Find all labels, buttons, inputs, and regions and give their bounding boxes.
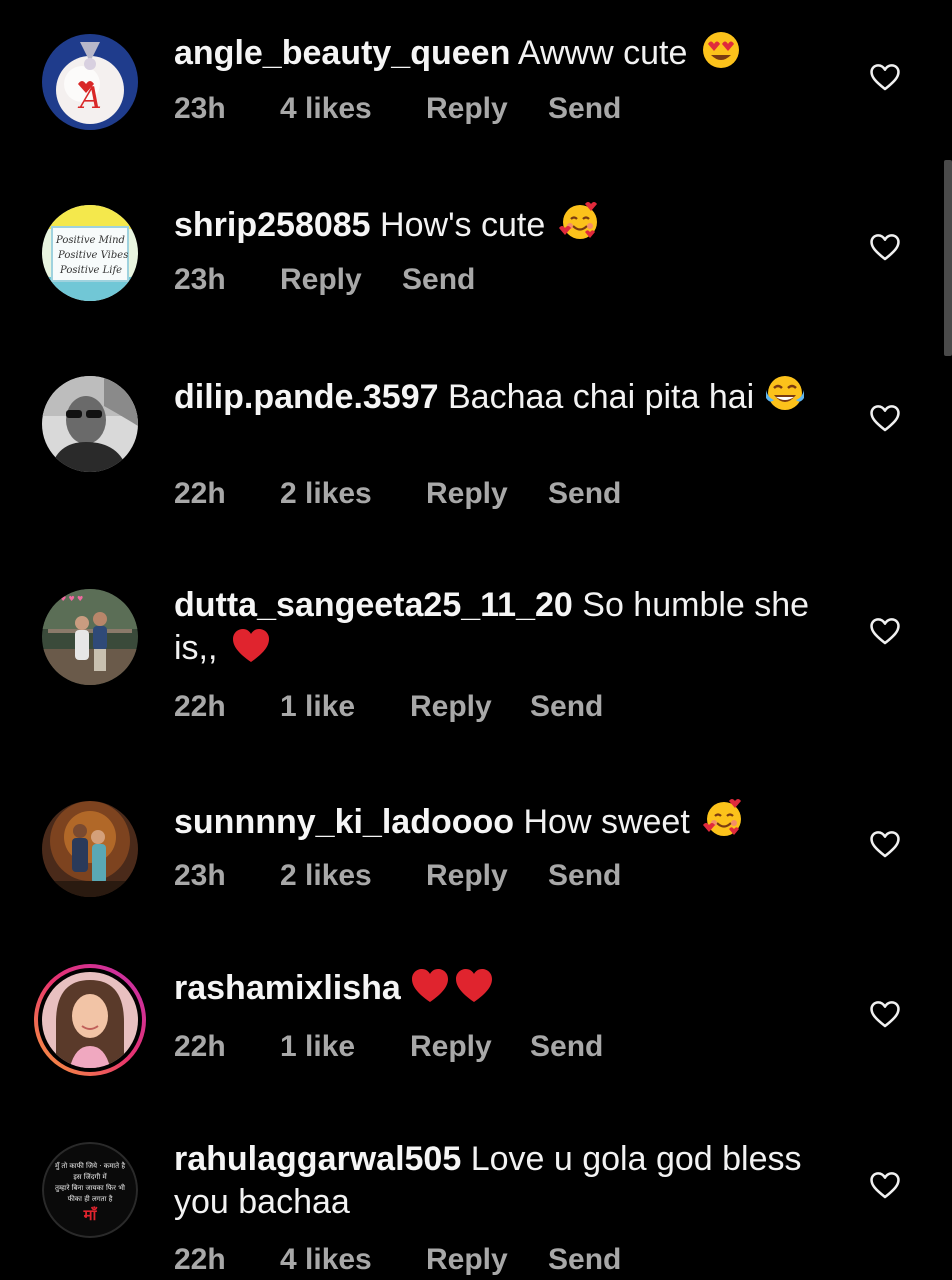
avatar-caption: तुम्हारे बिना जायका फिर भी — [55, 1183, 125, 1192]
svg-text:♥ ♥ ♥: ♥ ♥ ♥ — [60, 595, 83, 603]
smiling-face-with-hearts-emoji-icon — [558, 200, 601, 253]
reply-button[interactable]: Reply — [426, 1243, 508, 1277]
comment-text: angle_beauty_queen Awww cute — [174, 30, 814, 81]
red-heart-emoji-icon — [231, 627, 271, 676]
avatar-caption: Positive Life — [59, 265, 122, 276]
likes-count[interactable]: 4 likes — [280, 92, 372, 126]
username[interactable]: rahulaggarwal505 — [174, 1140, 461, 1178]
avatar[interactable] — [42, 376, 138, 472]
avatar[interactable]: मुँ तो काफी जिये · कमाते है इस जिंदगी मे… — [42, 1142, 138, 1238]
like-heart-icon[interactable] — [868, 60, 902, 94]
username[interactable]: sunnnny_ki_ladoooo — [174, 803, 514, 841]
timestamp: 22h — [174, 690, 226, 723]
comment-body: How sweet — [523, 803, 690, 841]
avatar-caption: माँ — [83, 1206, 99, 1224]
like-heart-icon[interactable] — [868, 997, 902, 1031]
likes-count[interactable]: 4 likes — [280, 1243, 372, 1277]
timestamp: 23h — [174, 859, 226, 892]
username[interactable]: shrip258085 — [174, 206, 371, 244]
send-button[interactable]: Send — [548, 1243, 621, 1277]
send-button[interactable]: Send — [530, 690, 603, 724]
comment-text: sunnnny_ki_ladoooo How sweet — [174, 797, 814, 850]
reply-button[interactable]: Reply — [426, 477, 508, 511]
like-heart-icon[interactable] — [868, 614, 902, 648]
comment-body: Bachaa chai pita hai — [447, 378, 755, 416]
like-heart-icon[interactable] — [868, 401, 902, 435]
reply-button[interactable]: Reply — [410, 1030, 492, 1064]
username[interactable]: angle_beauty_queen — [174, 34, 510, 72]
send-button[interactable]: Send — [530, 1030, 603, 1064]
story-ring-avatar[interactable] — [32, 962, 148, 1078]
scrollbar[interactable] — [944, 160, 952, 356]
send-button[interactable]: Send — [402, 263, 475, 297]
comment-text: rahulaggarwal505 Love u gola god bless y… — [174, 1138, 814, 1224]
like-heart-icon[interactable] — [868, 827, 902, 861]
heart-eyes-emoji-icon — [701, 30, 741, 81]
timestamp: 23h — [174, 263, 226, 296]
comment-text: shrip258085 How's cute — [174, 200, 814, 253]
likes-count[interactable]: 1 like — [280, 690, 355, 724]
reply-button[interactable]: Reply — [426, 859, 508, 893]
avatar[interactable]: ♥ ♥ ♥ — [42, 589, 138, 685]
username[interactable]: dilip.pande.3597 — [174, 378, 439, 416]
likes-count[interactable]: 1 like — [280, 1030, 355, 1064]
send-button[interactable]: Send — [548, 477, 621, 511]
like-heart-icon[interactable] — [868, 230, 902, 264]
avatar-caption: फीका ही लगता है — [68, 1194, 113, 1203]
reply-button[interactable]: Reply — [426, 92, 508, 126]
avatar-caption: Positive Vibes — [57, 250, 128, 261]
username[interactable]: dutta_sangeeta25_11_20 — [174, 586, 573, 624]
smiling-face-with-hearts-emoji-icon — [703, 797, 745, 850]
username[interactable]: rashamixlisha — [174, 969, 401, 1007]
comment-body: How's cute — [380, 206, 546, 244]
send-button[interactable]: Send — [548, 92, 621, 126]
tears-of-joy-emoji-icon — [764, 372, 806, 425]
comment-body: Awww cute — [517, 34, 688, 72]
avatar[interactable] — [42, 801, 138, 897]
comment-text: rashamixlisha — [174, 967, 814, 1016]
send-button[interactable]: Send — [548, 859, 621, 893]
timestamp: 23h — [174, 92, 226, 125]
avatar-caption: मुँ तो काफी जिये · कमाते है — [55, 1161, 125, 1170]
reply-button[interactable]: Reply — [280, 263, 362, 297]
timestamp: 22h — [174, 1030, 226, 1063]
comment-text: dutta_sangeeta25_11_20 So humble she is,… — [174, 584, 814, 676]
timestamp: 22h — [174, 1243, 226, 1276]
reply-button[interactable]: Reply — [410, 690, 492, 724]
avatar[interactable]: A — [42, 34, 138, 130]
two-red-hearts-emoji-icon — [410, 967, 498, 1016]
timestamp: 22h — [174, 477, 226, 510]
avatar-caption: Positive Mind — [55, 235, 125, 246]
avatar-caption: इस जिंदगी में — [73, 1172, 107, 1181]
likes-count[interactable]: 2 likes — [280, 477, 372, 511]
like-heart-icon[interactable] — [868, 1168, 902, 1202]
likes-count[interactable]: 2 likes — [280, 859, 372, 893]
avatar[interactable]: Positive Mind Positive Vibes Positive Li… — [42, 205, 138, 301]
comment-text: dilip.pande.3597 Bachaa chai pita hai — [174, 372, 814, 425]
